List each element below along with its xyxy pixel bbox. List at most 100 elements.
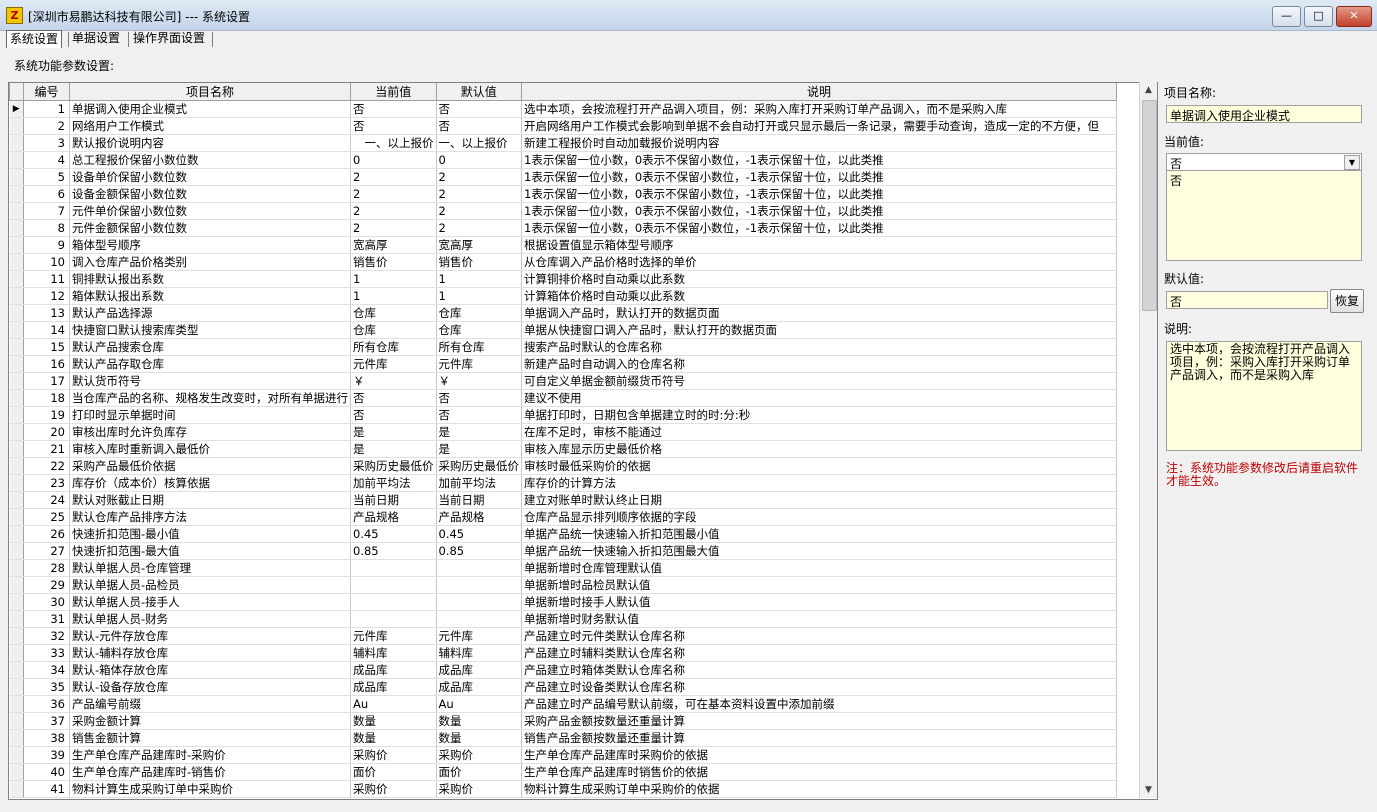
cell-id[interactable]: 5 xyxy=(23,168,70,186)
table-row[interactable]: 26 快速折扣范围-最小值 0.45 0.45 单据产品统一快速输入折扣范围最小值 xyxy=(9,525,1117,543)
table-row[interactable]: 7 元件单价保留小数位数 2 2 1表示保留一位小数，0表示不保留小数位，-1表示保留十… xyxy=(9,202,1117,220)
cell-item-name[interactable]: 默认货币符号 xyxy=(69,372,351,390)
cell-current-value[interactable]: 0.45 xyxy=(350,525,437,543)
row-selector[interactable] xyxy=(9,729,24,747)
cell-item-name[interactable]: 采购金额计算 xyxy=(69,712,351,730)
table-row[interactable]: 40 生产单仓库产品建库时-销售价 面价 面价 生产单仓库产品建库时销售价的依据 xyxy=(9,763,1117,781)
cell-id[interactable]: 14 xyxy=(23,321,70,339)
cell-id[interactable]: 18 xyxy=(23,389,70,407)
cell-description[interactable]: 1表示保留一位小数，0表示不保留小数位，-1表示保留十位，以此类推 xyxy=(521,219,1117,237)
cell-description[interactable]: 仓库产品显示排列顺序依据的字段 xyxy=(521,508,1117,526)
cell-current-value[interactable]: Au xyxy=(350,695,437,713)
cell-description[interactable]: 生产单仓库产品建库时采购价的依据 xyxy=(521,746,1117,764)
cell-default-value[interactable]: 0.45 xyxy=(436,525,522,543)
row-selector[interactable] xyxy=(9,168,24,186)
cell-current-value[interactable]: 否 xyxy=(350,100,437,118)
cell-default-value[interactable]: 辅料库 xyxy=(436,644,522,662)
cell-id[interactable]: 10 xyxy=(23,253,70,271)
cell-current-value[interactable]: 0 xyxy=(350,151,437,169)
row-selector[interactable] xyxy=(9,644,24,662)
row-selector[interactable] xyxy=(9,661,24,679)
cell-default-value[interactable]: 产品规格 xyxy=(436,508,522,526)
cell-id[interactable]: 33 xyxy=(23,644,70,662)
cell-description[interactable]: 1表示保留一位小数，0表示不保留小数位，-1表示保留十位，以此类推 xyxy=(521,151,1117,169)
cell-id[interactable]: 16 xyxy=(23,355,70,373)
cell-id[interactable]: 9 xyxy=(23,236,70,254)
table-row[interactable]: 39 生产单仓库产品建库时-采购价 采购价 采购价 生产单仓库产品建库时采购价的依据 xyxy=(9,746,1117,764)
table-row[interactable]: 17 默认货币符号 ￥ ￥ 可自定义单据金额前缀货币符号 xyxy=(9,372,1117,390)
cell-id[interactable]: 34 xyxy=(23,661,70,679)
cell-item-name[interactable]: 销售金额计算 xyxy=(69,729,351,747)
cell-id[interactable]: 37 xyxy=(23,712,70,730)
cell-description[interactable]: 销售产品金额按数量还重量计算 xyxy=(521,729,1117,747)
cell-description[interactable]: 单据新增时仓库管理默认值 xyxy=(521,559,1117,577)
cell-current-value[interactable] xyxy=(350,610,437,628)
row-selector[interactable] xyxy=(9,304,24,322)
cell-item-name[interactable]: 默认-箱体存放仓库 xyxy=(69,661,351,679)
table-row[interactable]: 10 调入仓库产品价格类别 销售价 销售价 从仓库调入产品价格时选择的单价 xyxy=(9,253,1117,271)
row-selector[interactable] xyxy=(9,219,24,237)
cell-default-value[interactable]: 采购价 xyxy=(436,746,522,764)
cell-default-value[interactable]: 元件库 xyxy=(436,355,522,373)
cell-item-name[interactable]: 默认产品选择源 xyxy=(69,304,351,322)
cell-default-value[interactable]: 面价 xyxy=(436,763,522,781)
cell-description[interactable]: 单据产品统一快速输入折扣范围最小值 xyxy=(521,525,1117,543)
cell-default-value[interactable] xyxy=(436,593,522,611)
table-row[interactable]: 24 默认对账截止日期 当前日期 当前日期 建立对账单时默认终止日期 xyxy=(9,491,1117,509)
cell-description[interactable]: 产品建立时箱体类默认仓库名称 xyxy=(521,661,1117,679)
cell-current-value[interactable]: 宽高厚 xyxy=(350,236,437,254)
row-selector[interactable] xyxy=(9,763,24,781)
tab-system-settings[interactable]: 系统设置 xyxy=(6,30,63,48)
cell-default-value[interactable]: 数量 xyxy=(436,729,522,747)
cell-description[interactable]: 1表示保留一位小数，0表示不保留小数位，-1表示保留十位，以此类推 xyxy=(521,168,1117,186)
cell-current-value[interactable]: 元件库 xyxy=(350,355,437,373)
cell-default-value[interactable]: 否 xyxy=(436,406,522,424)
cell-id[interactable]: 1 xyxy=(23,100,70,118)
cell-id[interactable]: 22 xyxy=(23,457,70,475)
cell-current-value[interactable]: 是 xyxy=(350,423,437,441)
scroll-up-icon[interactable]: ▲ xyxy=(1140,82,1157,98)
cell-current-value[interactable]: 仓库 xyxy=(350,321,437,339)
cell-description[interactable]: 单据打印时，日期包含单据建立时的时:分:秒 xyxy=(521,406,1117,424)
cell-id[interactable]: 12 xyxy=(23,287,70,305)
row-selector[interactable] xyxy=(9,508,24,526)
cell-current-value[interactable]: 1 xyxy=(350,287,437,305)
cell-current-value[interactable] xyxy=(350,559,437,577)
cell-item-name[interactable]: 默认对账截止日期 xyxy=(69,491,351,509)
cell-default-value[interactable]: 是 xyxy=(436,440,522,458)
table-row[interactable]: 27 快速折扣范围-最大值 0.85 0.85 单据产品统一快速输入折扣范围最大值 xyxy=(9,542,1117,560)
table-row[interactable]: 29 默认单据人员-品检员 单据新增时品检员默认值 xyxy=(9,576,1117,594)
cell-id[interactable]: 7 xyxy=(23,202,70,220)
cell-current-value[interactable]: 否 xyxy=(350,389,437,407)
cell-default-value[interactable]: 1 xyxy=(436,270,522,288)
row-selector[interactable] xyxy=(9,236,24,254)
cell-item-name[interactable]: 默认单据人员-品检员 xyxy=(69,576,351,594)
cell-current-value[interactable]: 采购价 xyxy=(350,780,437,798)
cell-current-value[interactable]: 2 xyxy=(350,168,437,186)
cell-default-value[interactable]: 0.85 xyxy=(436,542,522,560)
table-row[interactable]: 13 默认产品选择源 仓库 仓库 单据调入产品时，默认打开的数据页面 xyxy=(9,304,1117,322)
cell-default-value[interactable]: 采购价 xyxy=(436,780,522,798)
row-selector[interactable] xyxy=(9,423,24,441)
cell-id[interactable]: 26 xyxy=(23,525,70,543)
cell-id[interactable]: 25 xyxy=(23,508,70,526)
cell-id[interactable]: 30 xyxy=(23,593,70,611)
cell-default-value[interactable] xyxy=(436,610,522,628)
cell-item-name[interactable]: 默认单据人员-接手人 xyxy=(69,593,351,611)
cell-current-value[interactable]: 2 xyxy=(350,219,437,237)
cell-description[interactable]: 选中本项，会按流程打开产品调入项目，例：采购入库打开采购订单产品调入，而不是采购… xyxy=(521,100,1117,118)
row-selector[interactable] xyxy=(9,474,24,492)
cell-current-value[interactable]: 加前平均法 xyxy=(350,474,437,492)
cell-id[interactable]: 11 xyxy=(23,270,70,288)
cell-item-name[interactable]: 调入仓库产品价格类别 xyxy=(69,253,351,271)
cell-id[interactable]: 35 xyxy=(23,678,70,696)
cell-current-value[interactable]: 数量 xyxy=(350,729,437,747)
row-selector[interactable] xyxy=(9,491,24,509)
cell-id[interactable]: 32 xyxy=(23,627,70,645)
cell-description[interactable]: 1表示保留一位小数，0表示不保留小数位，-1表示保留十位，以此类推 xyxy=(521,202,1117,220)
cell-id[interactable]: 29 xyxy=(23,576,70,594)
list-item[interactable]: 否 xyxy=(1170,172,1358,189)
row-selector[interactable] xyxy=(9,389,24,407)
table-row[interactable]: 41 物料计算生成采购订单中采购价 采购价 采购价 物料计算生成采购订单中采购价的依据 xyxy=(9,780,1117,798)
cell-id[interactable]: 3 xyxy=(23,134,70,152)
